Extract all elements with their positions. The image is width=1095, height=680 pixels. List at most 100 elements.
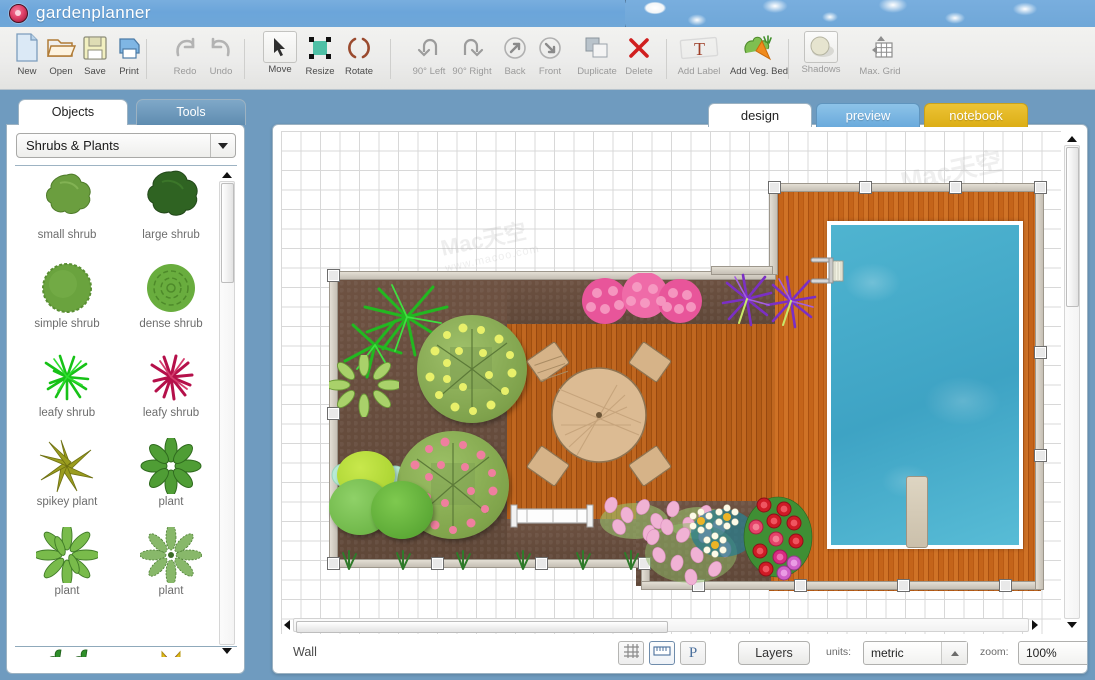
- scroll-up-icon[interactable]: [1066, 133, 1078, 145]
- large-shrub-icon: [119, 167, 223, 229]
- list-item[interactable]: simple shrub: [15, 256, 119, 345]
- list-item-label: leafy shrub: [15, 407, 119, 419]
- delete-button[interactable]: Delete: [614, 31, 664, 87]
- undo-button[interactable]: Undo: [196, 31, 246, 87]
- wall-inner-right[interactable]: [769, 183, 778, 275]
- selection-handle[interactable]: [859, 181, 872, 194]
- wall-right[interactable]: [1035, 183, 1044, 590]
- shadows-button[interactable]: Shadows: [796, 31, 846, 87]
- pink-hydrangea-cluster[interactable]: [575, 273, 705, 325]
- wall-top-right[interactable]: [769, 183, 1044, 192]
- toolbar-separator: [146, 39, 147, 79]
- panel-divider: [15, 165, 237, 166]
- list-item-label: plant: [119, 496, 223, 508]
- vegetable-icon: [728, 31, 790, 65]
- red-rose-cluster[interactable]: [736, 493, 820, 585]
- list-item[interactable]: plant: [119, 434, 223, 523]
- purple-allium-cluster[interactable]: [721, 271, 817, 329]
- rotate-label: Rotate: [334, 66, 384, 77]
- scroll-right-icon[interactable]: [1029, 619, 1041, 631]
- selection-handle[interactable]: [949, 181, 962, 194]
- garden-bench[interactable]: [509, 501, 601, 533]
- ruler-toggle-button[interactable]: [649, 641, 675, 665]
- max-grid-button[interactable]: Max. Grid: [852, 31, 908, 87]
- cursor-arrow-icon: [263, 31, 297, 63]
- scrollbar-thumb[interactable]: [221, 183, 234, 283]
- list-item[interactable]: large shrub: [119, 167, 223, 256]
- selection-handle[interactable]: [897, 579, 910, 592]
- tab-notebook[interactable]: notebook: [924, 103, 1028, 127]
- rotate-button[interactable]: Rotate: [334, 31, 384, 87]
- rotate-icon: [334, 31, 384, 65]
- canvas-horizontal-scrollbar[interactable]: [281, 617, 1041, 633]
- yellow-m-plant-icon: [119, 612, 223, 657]
- twin-leaf-plant-icon: [15, 612, 119, 657]
- plan-toggle-button[interactable]: P: [680, 641, 706, 665]
- plant-fern-icon: [119, 523, 223, 585]
- blossom-photo-backdrop: [625, 0, 1095, 27]
- selection-handle[interactable]: [999, 579, 1012, 592]
- list-item[interactable]: spikey plant: [15, 434, 119, 523]
- add-veg-bed-button[interactable]: Add Veg. Bed: [728, 31, 790, 87]
- selection-handle[interactable]: [1034, 181, 1047, 194]
- tab-objects[interactable]: Objects: [18, 99, 128, 125]
- spinner-up-icon[interactable]: [941, 642, 967, 664]
- delete-label: Delete: [614, 66, 664, 77]
- list-item[interactable]: [15, 612, 119, 657]
- zoom-select[interactable]: 100%: [1018, 641, 1088, 665]
- bring-front-button[interactable]: Front: [525, 31, 575, 87]
- tab-preview[interactable]: preview: [816, 103, 920, 127]
- scrollbar-track[interactable]: [219, 181, 235, 645]
- status-bar: Wall P Layers units: metric zoom: 100%: [273, 633, 1087, 673]
- zoom-label: zoom:: [980, 646, 1009, 658]
- svg-text:T: T: [694, 39, 705, 59]
- scroll-down-icon[interactable]: [1066, 619, 1078, 631]
- list-item[interactable]: plant: [119, 523, 223, 612]
- garden-plan[interactable]: [281, 131, 1061, 634]
- small-shrub-icon: [15, 167, 119, 229]
- design-canvas[interactable]: Mac天空www.macoo.com Mac天空www.macoo.com Ma…: [281, 131, 1061, 634]
- scrollbar-thumb[interactable]: [296, 621, 668, 633]
- scroll-up-icon[interactable]: [221, 169, 233, 181]
- scroll-left-icon[interactable]: [281, 619, 293, 631]
- list-item[interactable]: leafy shrub: [119, 345, 223, 434]
- chevron-down-icon[interactable]: [210, 134, 235, 157]
- object-list[interactable]: small shrub large shrub simple shrub: [15, 167, 223, 657]
- bring-front-label: Front: [525, 66, 575, 77]
- pool-lounger[interactable]: [906, 476, 928, 548]
- app-title: gardenplanner: [36, 3, 151, 23]
- scrollbar-track[interactable]: [1064, 145, 1080, 619]
- units-select[interactable]: metric: [863, 641, 968, 665]
- list-item[interactable]: dense shrub: [119, 256, 223, 345]
- selection-handle[interactable]: [768, 181, 781, 194]
- tab-preview-label: preview: [846, 108, 891, 123]
- list-item[interactable]: plant: [15, 523, 119, 612]
- tab-tools[interactable]: Tools: [136, 99, 246, 125]
- add-label-button[interactable]: T Add Label: [672, 31, 726, 87]
- dense-shrub-icon: [119, 256, 223, 318]
- patio-furniture-set[interactable]: [509, 335, 689, 495]
- canvas-vertical-scrollbar[interactable]: [1064, 133, 1080, 631]
- selection-handle[interactable]: [1034, 449, 1047, 462]
- list-item-label: large shrub: [119, 229, 223, 241]
- list-item-label: plant: [15, 585, 119, 597]
- layers-label: Layers: [755, 646, 793, 660]
- list-item[interactable]: small shrub: [15, 167, 119, 256]
- list-item-label: small shrub: [15, 229, 119, 241]
- scrollbar-thumb[interactable]: [1066, 147, 1079, 307]
- layers-button[interactable]: Layers: [738, 641, 810, 665]
- tab-notebook-label: notebook: [949, 108, 1003, 123]
- dense-shrub-green[interactable]: [371, 481, 433, 539]
- scrollbar-track[interactable]: [293, 618, 1029, 632]
- delete-cross-icon: [614, 31, 664, 65]
- grid-icon: [623, 643, 640, 664]
- selection-handle[interactable]: [1034, 346, 1047, 359]
- list-item[interactable]: leafy shrub: [15, 345, 119, 434]
- category-select[interactable]: Shrubs & Plants: [16, 133, 236, 158]
- tab-design[interactable]: design: [708, 103, 812, 127]
- main-toolbar: New Open Save Print Redo Undo: [0, 27, 1095, 90]
- grid-toggle-button[interactable]: [618, 641, 644, 665]
- list-item[interactable]: [119, 612, 223, 657]
- objects-scrollbar[interactable]: [219, 169, 235, 657]
- plant-rosette[interactable]: [329, 355, 399, 417]
